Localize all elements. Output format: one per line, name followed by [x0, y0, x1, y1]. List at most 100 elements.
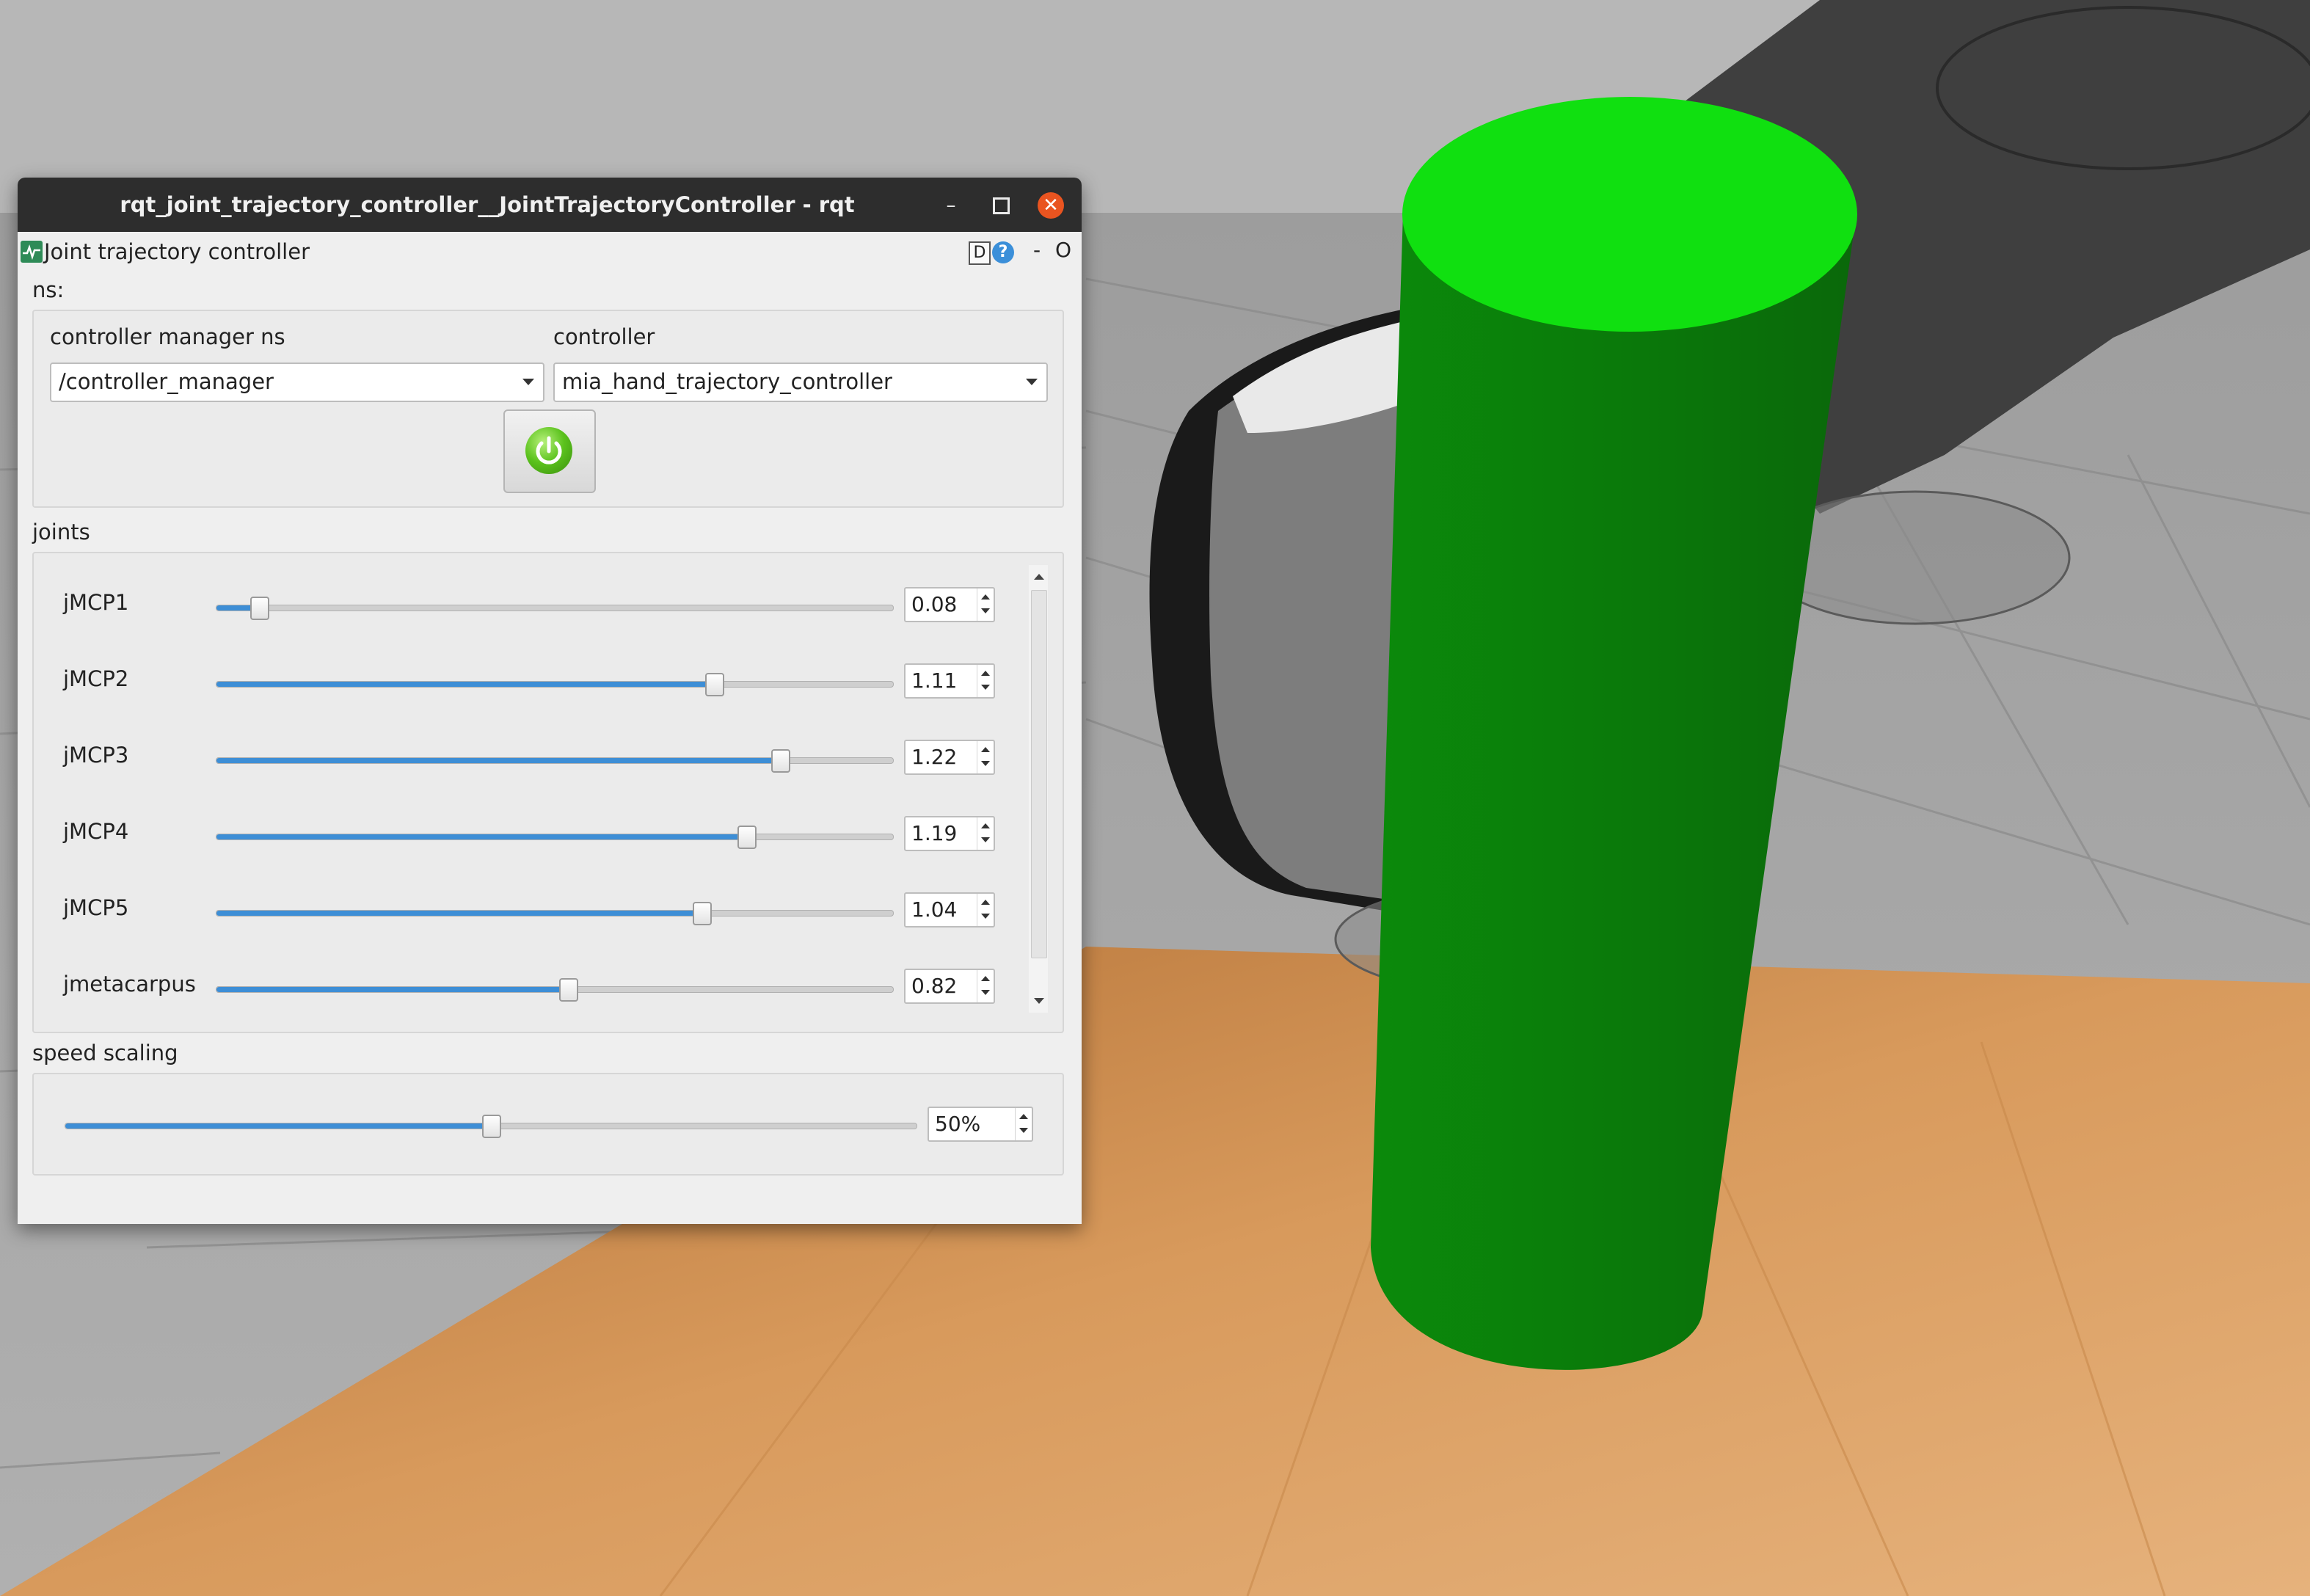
spin-down-icon[interactable] — [981, 685, 990, 690]
joint-value-spinbox[interactable]: 0.82 — [904, 969, 995, 1004]
joint-slider-handle[interactable] — [771, 749, 791, 773]
joint-value-spinbox[interactable]: 0.08 — [904, 587, 995, 622]
spin-buttons[interactable] — [977, 817, 994, 850]
joint-slider-fill — [216, 758, 781, 763]
joint-row: jmetacarpus 0.82 — [18, 964, 1016, 1008]
spin-buttons[interactable] — [977, 970, 994, 1002]
joint-slider[interactable] — [216, 597, 894, 620]
joint-slider-fill — [216, 682, 714, 687]
spin-up-icon[interactable] — [981, 976, 990, 981]
joint-value-spinbox[interactable]: 1.04 — [904, 892, 995, 928]
title-bar[interactable]: rqt_joint_trajectory_controller__JointTr… — [18, 178, 1082, 232]
joint-row: jMCP1 0.08 — [18, 583, 1016, 627]
spin-buttons[interactable] — [1015, 1108, 1032, 1140]
chevron-down-icon — [522, 379, 534, 385]
joint-name: jMCP2 — [63, 666, 129, 691]
chevron-down-icon — [1026, 379, 1038, 385]
joint-value: 1.19 — [911, 821, 958, 845]
joint-row: jMCP3 1.22 — [18, 735, 1016, 779]
close-plugin-button[interactable]: O — [1055, 238, 1071, 262]
joint-value: 1.11 — [911, 668, 958, 693]
plugin-content: Joint trajectory controller D ? - O ns: … — [18, 232, 1082, 1224]
spin-up-icon[interactable] — [981, 900, 990, 905]
joint-slider[interactable] — [216, 978, 894, 1002]
joint-name: jMCP5 — [63, 895, 129, 920]
joint-name: jMCP1 — [63, 590, 129, 615]
joint-slider-handle[interactable] — [693, 902, 713, 925]
joint-slider-fill — [216, 987, 569, 992]
controller-manager-ns-value: /controller_manager — [59, 369, 274, 394]
joint-row: jMCP4 1.19 — [18, 812, 1016, 856]
spin-buttons[interactable] — [977, 589, 994, 621]
joint-value-spinbox[interactable]: 1.19 — [904, 816, 995, 851]
spin-up-icon[interactable] — [981, 594, 990, 600]
speed-scaling-label: speed scaling — [32, 1041, 178, 1065]
speed-scaling-slider[interactable] — [65, 1115, 917, 1138]
joint-slider-fill — [216, 834, 746, 839]
rqt-window: rqt_joint_trajectory_controller__JointTr… — [18, 178, 1082, 1224]
joint-value: 0.82 — [911, 974, 958, 998]
spin-down-icon[interactable] — [981, 990, 990, 995]
joint-slider[interactable] — [216, 749, 894, 773]
joint-value: 1.04 — [911, 897, 958, 922]
spin-up-icon[interactable] — [981, 671, 990, 676]
power-button[interactable] — [503, 409, 596, 493]
spin-down-icon[interactable] — [981, 837, 990, 842]
spin-down-icon[interactable] — [1019, 1128, 1028, 1133]
joint-name: jMCP3 — [63, 743, 129, 768]
controller-manager-ns-combo[interactable]: /controller_manager — [50, 362, 544, 402]
dock-button[interactable]: D — [969, 241, 991, 265]
ns-group-label: ns: — [32, 277, 65, 302]
speed-slider-handle[interactable] — [482, 1115, 501, 1138]
spin-up-icon[interactable] — [981, 747, 990, 752]
controller-label: controller — [553, 324, 655, 349]
window-title: rqt_joint_trajectory_controller__JointTr… — [120, 192, 855, 217]
joint-name: jMCP4 — [63, 819, 129, 844]
joint-value: 1.22 — [911, 745, 958, 769]
joints-group-label: joints — [32, 520, 90, 544]
joint-slider-fill — [216, 911, 702, 916]
power-icon — [525, 427, 572, 474]
joint-slider-handle[interactable] — [559, 978, 579, 1002]
controller-value: mia_hand_trajectory_controller — [562, 369, 892, 394]
plugin-title: Joint trajectory controller — [44, 239, 310, 264]
joints-scrollbar[interactable] — [1029, 565, 1048, 1013]
spin-buttons[interactable] — [977, 894, 994, 926]
speed-slider-fill — [65, 1123, 491, 1129]
speed-scaling-spinbox[interactable]: 50% — [928, 1107, 1033, 1142]
spin-buttons[interactable] — [977, 741, 994, 773]
close-button[interactable]: ✕ — [1038, 192, 1064, 219]
minimize-button[interactable]: – — [938, 192, 964, 219]
maximize-button[interactable] — [988, 192, 1014, 219]
joint-value-spinbox[interactable]: 1.22 — [904, 740, 995, 775]
spin-down-icon[interactable] — [981, 608, 990, 613]
speed-scaling-value: 50% — [935, 1112, 981, 1136]
spin-down-icon[interactable] — [981, 761, 990, 766]
joint-value-spinbox[interactable]: 1.11 — [904, 663, 995, 699]
scroll-down-icon[interactable] — [1034, 998, 1044, 1004]
controller-manager-ns-label: controller manager ns — [50, 324, 285, 349]
controller-combo[interactable]: mia_hand_trajectory_controller — [553, 362, 1048, 402]
joint-slider[interactable] — [216, 826, 894, 849]
joint-value: 0.08 — [911, 592, 958, 616]
plugin-icon — [21, 241, 43, 263]
plugin-header: Joint trajectory controller D ? - O — [18, 232, 1082, 273]
spin-down-icon[interactable] — [981, 914, 990, 919]
joint-slider[interactable] — [216, 902, 894, 925]
joint-row: jMCP2 1.11 — [18, 659, 1016, 703]
joint-slider-handle[interactable] — [250, 597, 270, 620]
spin-buttons[interactable] — [977, 665, 994, 697]
spin-up-icon[interactable] — [1019, 1114, 1028, 1119]
joint-slider-handle[interactable] — [704, 673, 724, 696]
minimize-plugin-button[interactable]: - — [1033, 238, 1041, 262]
joint-row: jMCP5 1.04 — [18, 888, 1016, 932]
joint-name: jmetacarpus — [63, 972, 196, 996]
scrollbar-thumb[interactable] — [1031, 590, 1047, 958]
joint-slider[interactable] — [216, 673, 894, 696]
scroll-up-icon[interactable] — [1034, 574, 1044, 580]
spin-up-icon[interactable] — [981, 823, 990, 828]
maximize-icon — [992, 197, 1010, 214]
joint-slider-handle[interactable] — [737, 826, 757, 849]
help-button[interactable]: ? — [992, 241, 1014, 263]
green-cylinder-top — [1402, 97, 1857, 332]
